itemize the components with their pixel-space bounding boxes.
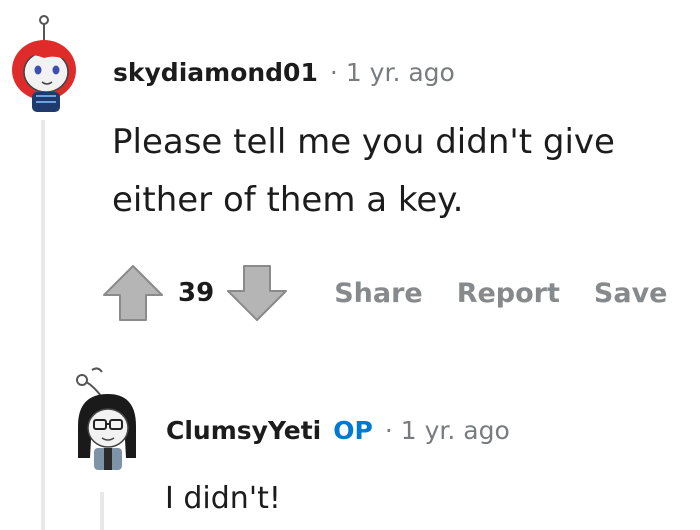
share-button[interactable]: Share — [334, 278, 423, 309]
report-button[interactable]: Report — [457, 278, 560, 309]
timestamp[interactable]: 1 yr. ago — [401, 416, 510, 445]
username[interactable]: skydiamond01 — [113, 58, 318, 87]
save-button[interactable]: Save — [594, 278, 668, 309]
comment-meta: skydiamond01 · 1 yr. ago — [113, 58, 455, 87]
timestamp[interactable]: 1 yr. ago — [346, 58, 455, 87]
avatar[interactable] — [4, 12, 84, 112]
comment-meta: ClumsyYeti OP · 1 yr. ago — [166, 416, 510, 445]
comment-body-line: either of them a key. — [112, 180, 464, 220]
separator: · — [384, 416, 393, 445]
comment-body-line: Please tell me you didn't give — [112, 122, 615, 162]
thread-line-2[interactable] — [100, 492, 104, 530]
snoo-avatar-icon — [76, 367, 136, 470]
comment-actions: 39 Share Report Save — [100, 262, 667, 324]
comment-body: I didn't! — [165, 481, 281, 516]
username[interactable]: ClumsyYeti — [166, 416, 321, 445]
separator: · — [329, 58, 338, 87]
upvote-arrow-icon[interactable] — [100, 262, 166, 324]
downvote-arrow-icon[interactable] — [224, 262, 290, 324]
op-badge: OP — [333, 416, 373, 445]
vote-score: 39 — [178, 278, 215, 308]
thread-line-1[interactable] — [41, 120, 45, 530]
avatar[interactable] — [64, 366, 148, 472]
snoo-avatar-icon — [12, 15, 76, 112]
